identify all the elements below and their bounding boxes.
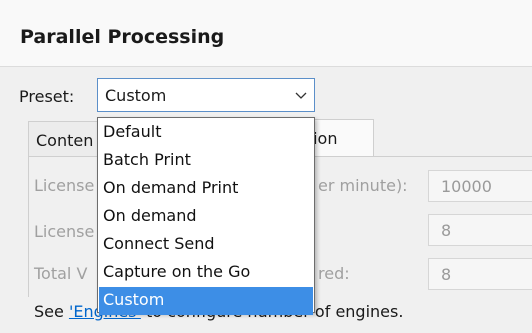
tab-content-label: Conten	[36, 131, 94, 150]
preset-option-capture-on-the-go[interactable]: Capture on the Go	[99, 259, 313, 287]
preset-dropdown-list: Default Batch Print On demand Print On d…	[97, 117, 315, 315]
preset-option-default[interactable]: Default	[99, 119, 313, 147]
row-3-field[interactable]: 8	[428, 258, 532, 290]
row-3-label-tail: red:	[318, 264, 350, 283]
page-title: Parallel Processing	[20, 26, 225, 48]
dialog-header: Parallel Processing	[0, 0, 532, 67]
row-1-field[interactable]: 10000	[428, 170, 532, 202]
preset-option-connect-send[interactable]: Connect Send	[99, 231, 313, 259]
preset-option-on-demand-print[interactable]: On demand Print	[99, 175, 313, 203]
row-1-label-tail: er minute):	[318, 176, 408, 195]
row-2-value: 8	[441, 221, 452, 240]
row-1-label: License	[34, 176, 95, 195]
preset-option-batch-print[interactable]: Batch Print	[99, 147, 313, 175]
preset-label: Preset:	[19, 87, 75, 106]
preset-option-on-demand[interactable]: On demand	[99, 203, 313, 231]
preset-option-custom[interactable]: Custom	[99, 287, 313, 315]
row-1-value: 10000	[441, 177, 492, 196]
preset-select[interactable]: Custom	[97, 78, 315, 112]
preset-select-value: Custom	[105, 86, 167, 105]
row-3-value: 8	[441, 265, 452, 284]
row-2-label: License	[34, 222, 95, 241]
chevron-down-icon	[295, 92, 307, 99]
row-2-field[interactable]: 8	[428, 214, 532, 246]
note-prefix: See	[34, 302, 69, 321]
row-3-label: Total V	[34, 264, 88, 283]
